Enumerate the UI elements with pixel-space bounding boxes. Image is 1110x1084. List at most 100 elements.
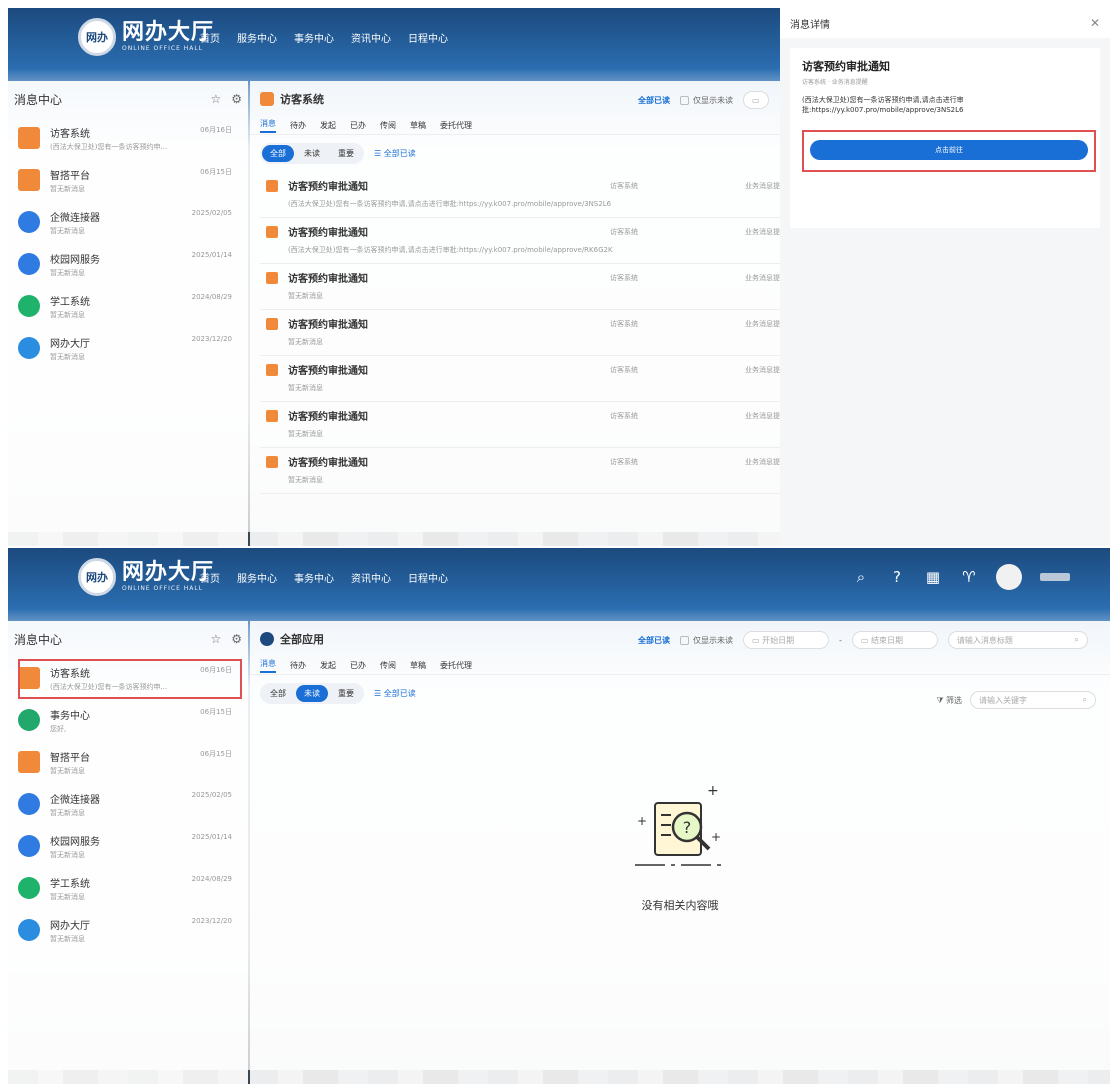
all-apps-icon (260, 632, 274, 646)
sidebar-item-date: 2024/08/29 (191, 875, 232, 883)
sidebar-item[interactable]: 网办大厅 暂无新消息 2023/12/20 (8, 909, 248, 951)
mark-all-read-link[interactable]: ☰ 全部已读 (374, 688, 416, 699)
svg-text:+: + (711, 830, 721, 844)
nav-affairs[interactable]: 事务中心 (294, 30, 334, 45)
empty-text: 没有相关内容哦 (641, 899, 719, 912)
sidebar-item[interactable]: 智搭平台 暂无新消息 06月15日 (8, 741, 248, 783)
avatar[interactable] (996, 564, 1022, 590)
start-date-input[interactable]: ▭ 开始日期 (743, 631, 829, 649)
nav-news[interactable]: 资讯中心 (351, 30, 391, 45)
tab-item[interactable]: 草稿 (410, 660, 426, 671)
gear-icon[interactable]: ⚙ (231, 92, 242, 106)
tab-item[interactable]: 草稿 (410, 120, 426, 131)
tab-item[interactable]: 发起 (320, 660, 336, 671)
list-check-icon: ☰ (374, 689, 382, 698)
message-main: 全部应用 全部已读 仅显示未读 ▭ 开始日期 - ▭ 结束日期 请输入消息标题 ⌕… (250, 621, 1110, 1084)
sidebar-item[interactable]: 企微连接器 暂无新消息 2025/02/05 (8, 201, 248, 243)
sidebar-item-date: 06月15日 (200, 168, 232, 176)
detail-title: 访客预约审批通知 (802, 60, 890, 73)
sidebar-item[interactable]: 企微连接器 暂无新消息 2025/02/05 (8, 783, 248, 825)
sidebar-item[interactable]: 事务中心 您好, 06月15日 (8, 699, 248, 741)
nav-service[interactable]: 服务中心 (237, 30, 277, 45)
start-date-input[interactable]: ▭ (743, 91, 769, 109)
filter-button[interactable]: ⧩ 筛选 (936, 695, 962, 706)
filter-unread[interactable]: 未读 (296, 685, 328, 702)
tab-item[interactable]: 待办 (290, 660, 306, 671)
tab-item[interactable]: 委托代理 (440, 120, 472, 131)
tab-item[interactable]: 消息 (260, 658, 276, 673)
logo-subtitle: ONLINE OFFICE HALL (122, 585, 204, 592)
sidebar-item[interactable]: 网办大厅 暂无新消息 2023/12/20 (8, 327, 248, 369)
sidebar-item-date: 06月15日 (200, 750, 232, 758)
sidebar-item[interactable]: 校园网服务 暂无新消息 2025/01/14 (8, 825, 248, 867)
sidebar-item[interactable]: 学工系统 暂无新消息 2024/08/29 (8, 285, 248, 327)
sidebar-item[interactable]: 学工系统 暂无新消息 2024/08/29 (8, 867, 248, 909)
sidebar-item-date: 2023/12/20 (191, 335, 232, 343)
only-unread-checkbox[interactable]: 仅显示未读 (680, 635, 733, 646)
filter-all[interactable]: 全部 (262, 145, 294, 162)
user-name-blurred[interactable] (1040, 573, 1070, 581)
tab-item[interactable]: 委托代理 (440, 660, 472, 671)
svg-text:+: + (707, 783, 719, 799)
filter-important[interactable]: 重要 (330, 145, 362, 162)
nav-schedule[interactable]: 日程中心 (408, 570, 448, 585)
sidebar-item[interactable]: 智搭平台 暂无新消息 06月15日 (8, 159, 248, 201)
shirt-icon[interactable]: ♈ (960, 568, 978, 586)
goto-button[interactable]: 点击前往 (810, 140, 1088, 160)
screenshot-panel-top: 网办 网办大厅 ONLINE OFFICE HALL 首页 服务中心 事务中心 … (8, 8, 1110, 546)
tab-item[interactable]: 已办 (350, 120, 366, 131)
visitor-icon (266, 272, 278, 284)
qrcode-icon[interactable]: ▦ (924, 568, 942, 586)
close-icon[interactable]: ✕ (1090, 16, 1100, 30)
sidebar-item-preview: 暂无新消息 (50, 766, 85, 775)
search-icon[interactable]: ⌕ (852, 568, 870, 586)
nav-home[interactable]: 首页 (200, 30, 220, 45)
svg-text:+: + (637, 814, 647, 828)
logo[interactable]: 网办 网办大厅 ONLINE OFFICE HALL (78, 18, 214, 56)
gear-icon[interactable]: ⚙ (231, 632, 242, 646)
nav-news[interactable]: 资讯中心 (351, 570, 391, 585)
sidebar-header: 消息中心 ☆ ⚙ (8, 81, 248, 117)
star-icon[interactable]: ☆ (210, 632, 221, 646)
filter-pills: 全部 未读 重要 (260, 143, 364, 164)
help-icon[interactable]: ? (888, 568, 906, 586)
tab-item[interactable]: 消息 (260, 118, 276, 133)
detail-header: 消息详情 ✕ (780, 8, 1110, 38)
logo-subtitle: ONLINE OFFICE HALL (122, 45, 204, 52)
sidebar-item[interactable]: 访客系统 (西法大保卫处)您有一条访客预约申... 06月16日 (8, 117, 248, 159)
message-source: 访客系统 (610, 228, 638, 236)
main-title: 访客系统 (280, 93, 324, 106)
sidebar-item[interactable]: 校园网服务 暂无新消息 2025/01/14 (8, 243, 248, 285)
detail-body: (西法大保卫处)您有一条访客预约申请,请点击进行审批:https://yy.k0… (802, 96, 964, 114)
filter-all[interactable]: 全部 (262, 685, 294, 702)
svg-text:?: ? (683, 818, 692, 837)
highlight-box: 点击前往 (802, 130, 1096, 172)
mark-all-read-button[interactable]: 全部已读 (638, 95, 670, 106)
checkbox-icon (680, 635, 689, 645)
tab-item[interactable]: 传阅 (380, 120, 396, 131)
sidebar-item-preview: 暂无新消息 (50, 850, 85, 859)
logo[interactable]: 网办 网办大厅 ONLINE OFFICE HALL (78, 558, 214, 596)
filter-important[interactable]: 重要 (330, 685, 362, 702)
tab-item[interactable]: 已办 (350, 660, 366, 671)
sidebar-item-date: 2025/01/14 (191, 833, 232, 841)
star-icon[interactable]: ☆ (210, 92, 221, 106)
mark-all-read-button[interactable]: 全部已读 (638, 635, 670, 646)
nav-affairs[interactable]: 事务中心 (294, 570, 334, 585)
only-unread-checkbox[interactable]: 仅显示未读 (680, 95, 733, 106)
tab-item[interactable]: 发起 (320, 120, 336, 131)
filter-unread[interactable]: 未读 (296, 145, 328, 162)
message-category: 业务消息提 (745, 366, 780, 374)
visitor-icon (266, 364, 278, 376)
list-toolbar: ⧩ 筛选 请输入关键字 ⌕ (936, 691, 1096, 709)
nav-service[interactable]: 服务中心 (237, 570, 277, 585)
title-search-input[interactable]: 请输入消息标题 ⌕ (947, 631, 1088, 649)
nav-schedule[interactable]: 日程中心 (408, 30, 448, 45)
tab-item[interactable]: 待办 (290, 120, 306, 131)
end-date-input[interactable]: ▭ 结束日期 (851, 631, 938, 649)
tab-item[interactable]: 传阅 (380, 660, 396, 671)
mark-all-read-link[interactable]: ☰ 全部已读 (374, 148, 416, 159)
nav-home[interactable]: 首页 (200, 570, 220, 585)
sidebar-item[interactable]: 访客系统 (西法大保卫处)您有一条访客预约申... 06月16日 (8, 657, 248, 699)
keyword-search-input[interactable]: 请输入关键字 ⌕ (970, 691, 1096, 709)
